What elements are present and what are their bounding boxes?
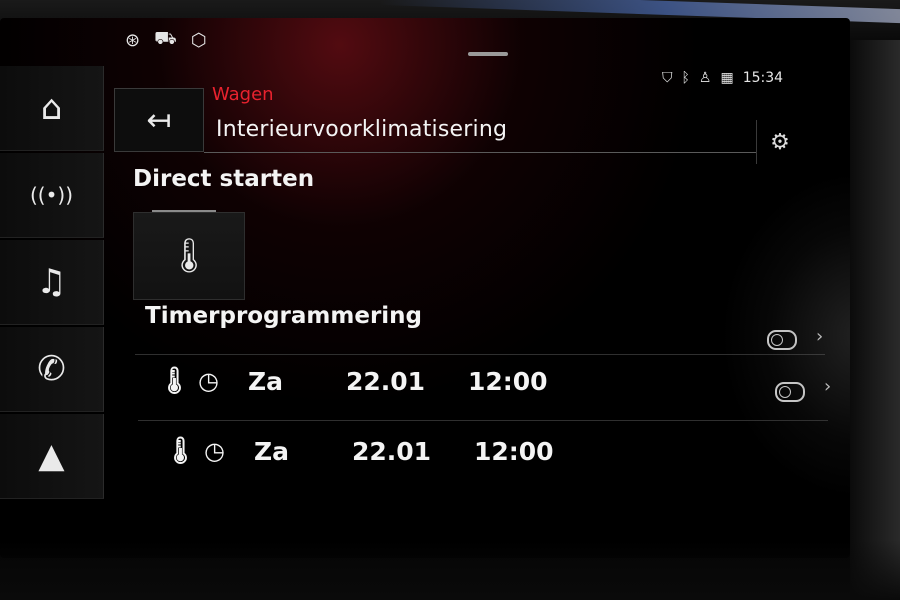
clock: 15:34 <box>742 70 784 86</box>
back-button[interactable]: ↤ <box>114 88 204 152</box>
music-icon: ♫ <box>36 262 67 302</box>
satellite-icon: ⊛ <box>125 29 141 51</box>
signal-icon: ▦ <box>720 70 734 86</box>
left-rail: ⌂ ((•)) ♫ ✆ ▲ <box>0 66 104 501</box>
breadcrumb[interactable]: Wagen <box>212 84 274 105</box>
timer-heading: Timerprogrammering <box>145 303 423 329</box>
thermometer-icon: 🌡 <box>164 436 198 466</box>
timer-day: Za <box>248 366 283 396</box>
back-arrow-icon: ↤ <box>146 102 172 138</box>
timer-time: 12:00 <box>474 436 554 466</box>
settings-button[interactable]: ⚙ <box>756 120 803 164</box>
thermometer-icon: 🌡 <box>158 366 192 396</box>
gear-icon: ⚙ <box>770 129 790 155</box>
thermometer-icon: 🌡 <box>167 236 211 276</box>
bezel-right <box>850 40 900 600</box>
bezel-bottom <box>0 540 900 600</box>
shield-icon: ⛉ <box>662 70 673 86</box>
home-icon: ⌂ <box>40 88 63 128</box>
rail-phone-button[interactable]: ✆ <box>0 327 104 412</box>
rail-navigation-button[interactable]: ▲ <box>0 414 104 499</box>
status-left: ⊛ ⛟ ⬡ <box>125 28 206 52</box>
page-title: Interieurvoorklimatisering <box>216 117 508 142</box>
clock-1-icon: ◷ <box>198 367 219 395</box>
radio-icon: ((•)) <box>29 183 73 207</box>
bluetooth-icon: ᛒ <box>681 70 690 86</box>
timer-date: 22.01 <box>346 366 426 396</box>
person-icon: ♙ <box>698 70 712 86</box>
timer-row-1[interactable]: 🌡 ◷ Za 22.01 12:00 <box>158 366 548 396</box>
phone-icon: ✆ <box>37 349 66 389</box>
car-service-icon: ⛟ <box>154 28 177 49</box>
timer-row-2[interactable]: 🌡 ◷ Za 22.01 12:00 <box>164 436 554 466</box>
direct-start-heading: Direct starten <box>133 166 315 192</box>
status-right: ⛉ ᛒ ♙ ▦ 15:34 <box>662 70 783 86</box>
timer-date: 22.01 <box>352 436 432 466</box>
title-divider <box>204 152 756 153</box>
clock-2-icon: ◷ <box>204 437 225 465</box>
rail-radio-button[interactable]: ((•)) <box>0 153 104 238</box>
timer-day: Za <box>254 436 289 466</box>
navigation-icon: ▲ <box>38 436 65 476</box>
timer-time: 12:00 <box>468 366 548 396</box>
package-icon: ⬡ <box>190 29 207 51</box>
rail-music-button[interactable]: ♫ <box>0 240 104 325</box>
row-divider <box>138 420 828 421</box>
direct-start-tile[interactable]: 🌡 <box>133 212 245 300</box>
rail-home-button[interactable]: ⌂ <box>0 66 104 151</box>
pull-down-handle[interactable] <box>468 52 508 56</box>
